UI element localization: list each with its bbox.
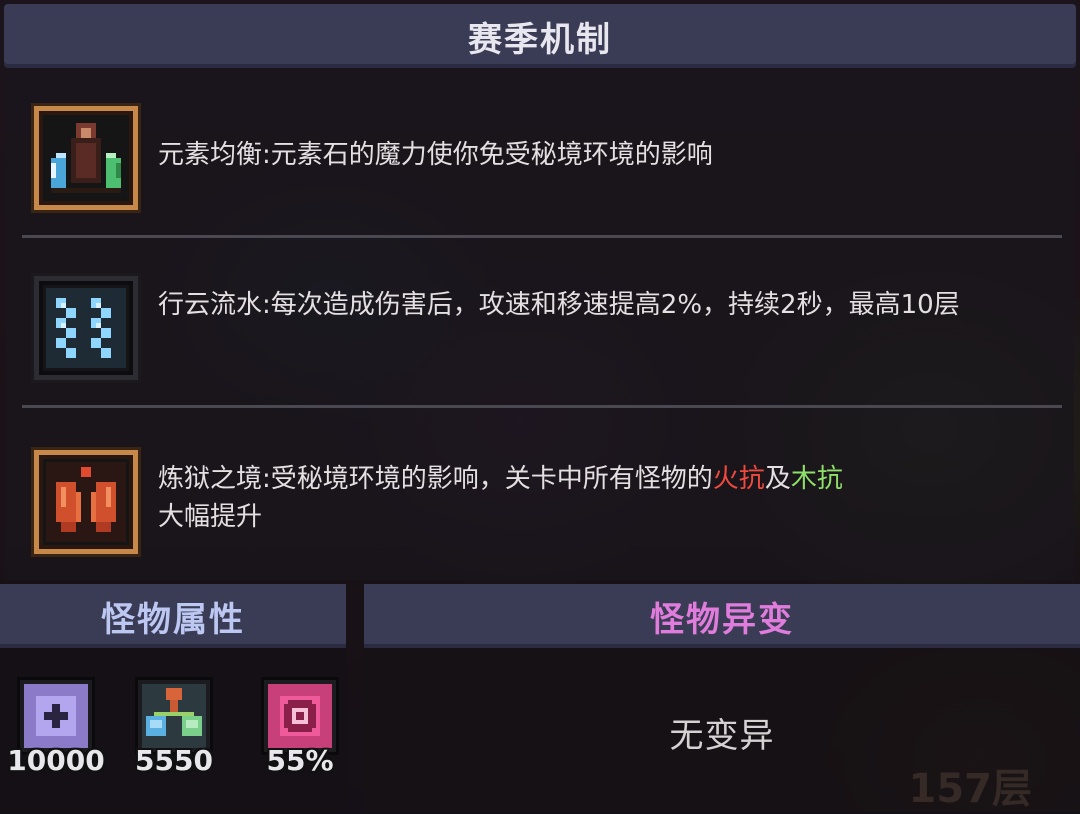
mechanic-desc: 元素石的魔力使你免受秘境环境的影响 — [270, 140, 713, 170]
flowing-water-icon — [34, 276, 138, 380]
stat-health: 10000 — [4, 680, 116, 800]
monster-mutation-title: 怪物异变 — [650, 599, 794, 640]
crit-gear-icon — [264, 680, 336, 752]
fire-resistance-text: 火抗 — [712, 464, 765, 494]
conjunction-text: 及 — [764, 464, 791, 494]
element-stones-icon — [34, 106, 138, 210]
mechanic-name: 元素均衡 — [158, 140, 263, 170]
mechanic-description: 元素均衡:元素石的魔力使你免受秘境环境的影响 — [158, 140, 713, 170]
stat-attack-value: 5550 — [135, 744, 213, 777]
health-shield-icon — [20, 680, 92, 752]
mechanic-description: 行云流水:每次造成伤害后，攻速和移速提高2%，持续2秒，最高10层 — [158, 290, 960, 320]
mechanic-row-flowing-clouds: 行云流水:每次造成伤害后，攻速和移速提高2%，持续2秒，最高10层 — [6, 238, 1074, 402]
mechanic-desc: 每次造成伤害后，攻速和移速提高2%，持续2秒，最高10层 — [270, 290, 960, 320]
monster-mutation-header: 怪物异变 — [364, 584, 1080, 648]
mechanic-name: 行云流水 — [158, 290, 263, 320]
season-mechanics-title: 赛季机制 — [468, 19, 612, 60]
season-mechanics-header: 赛季机制 — [4, 4, 1076, 68]
mechanic-desc: 受秘境环境的影响，关卡中所有怪物的 — [270, 464, 713, 494]
stat-attack: 5550 — [122, 680, 234, 800]
season-mechanics-panel: 元素均衡:元素石的魔力使你免受秘境环境的影响 行云流水:每次造成伤害后，攻速和移… — [6, 70, 1074, 580]
stat-crit-value: 55% — [266, 744, 334, 777]
stat-crit: 55% — [248, 680, 360, 800]
attack-network-icon — [138, 680, 210, 752]
mechanic-row-element-balance: 元素均衡:元素石的魔力使你免受秘境环境的影响 — [6, 70, 1074, 234]
stat-health-value: 10000 — [7, 744, 105, 777]
mechanic-description: 炼狱之境:受秘境环境的影响，关卡中所有怪物的火抗及木抗 大幅提升 — [158, 464, 843, 532]
monster-mutation-panel: 无变异 157层 — [364, 648, 1080, 812]
mutation-value: 无变异 — [669, 716, 775, 756]
wood-resistance-text: 木抗 — [790, 464, 843, 494]
mechanic-row-purgatory: 炼狱之境:受秘境环境的影响，关卡中所有怪物的火抗及木抗 大幅提升 — [6, 408, 1074, 572]
floor-watermark: 157层 — [908, 766, 1033, 812]
monster-attributes-panel: 10000 5550 55% — [0, 648, 346, 812]
mechanic-name: 炼狱之境 — [158, 464, 263, 494]
purgatory-heart-icon — [34, 450, 138, 554]
monster-attributes-header: 怪物属性 — [0, 584, 346, 648]
mechanic-desc-end: 大幅提升 — [158, 502, 263, 532]
monster-attributes-title: 怪物属性 — [101, 599, 245, 640]
